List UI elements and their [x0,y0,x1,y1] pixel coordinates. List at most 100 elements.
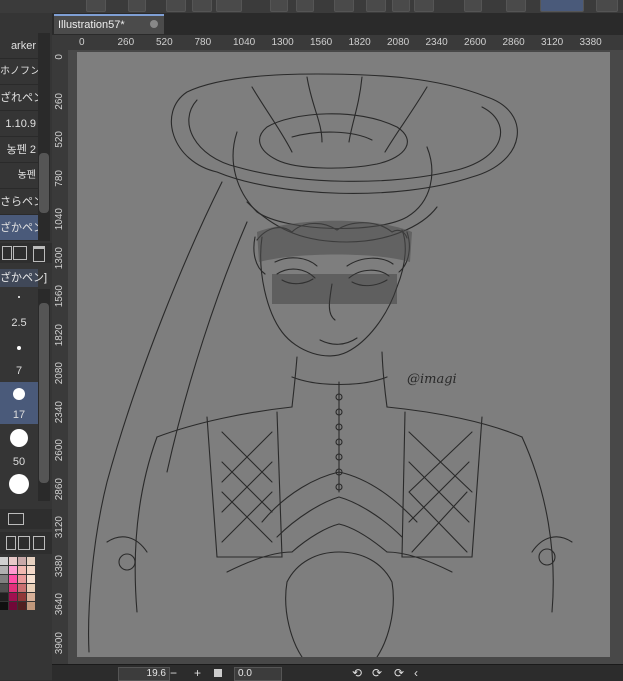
grid-icon[interactable] [464,0,482,12]
close-tab-icon[interactable] [150,20,158,28]
color-swatch[interactable] [27,566,35,574]
brush-size-row-selected[interactable]: 17 [0,382,38,424]
menu-icon[interactable] [86,0,106,12]
new-layer-icon[interactable] [166,0,186,12]
color-swatch[interactable] [18,575,26,583]
ruler-tick-label: 0 [79,37,85,48]
size-label: 50 [12,456,26,468]
color-swatch[interactable] [9,602,17,610]
brush-item[interactable]: ざれペン [0,85,38,111]
brush-item[interactable]: 농펜 2 [0,137,38,163]
ruler-tick-label: 1040 [54,208,65,231]
panel-icon[interactable] [506,0,526,12]
ruler-tick-label: 520 [156,37,173,48]
trash-icon[interactable] [33,246,45,262]
color-swatch[interactable] [18,602,26,610]
ruler-tick-label: 1820 [348,37,371,48]
ruler-tick-label: 3900 [54,631,65,654]
active-brush-label: ざかペン] [0,269,47,287]
brush-size-row[interactable]: 2.5 [0,305,38,345]
ruler-tick-label: 2080 [54,362,65,385]
size-dot [10,429,28,447]
redo-icon[interactable] [296,0,314,12]
film-icon[interactable] [8,513,24,525]
ruler-tick-label: 260 [54,92,65,110]
ruler-tick-label: 3380 [54,554,65,577]
color-swatch[interactable] [9,575,17,583]
brush-size-row[interactable] [0,471,38,501]
zoom-plus-icon[interactable]: + [194,666,201,680]
color-swatch[interactable] [9,584,17,592]
ruler-tick-label: 3120 [541,37,564,48]
color-swatch[interactable] [18,584,26,592]
add-icon[interactable] [13,246,27,260]
color-swatch[interactable] [27,575,35,583]
color-swatch[interactable] [0,584,8,592]
zoom-field[interactable]: 19.6 [118,667,170,681]
fill-icon[interactable] [192,0,212,12]
ruler-tick-label: 2860 [502,37,525,48]
settings-icon[interactable] [366,0,386,12]
color-swatch[interactable] [27,602,35,610]
ruler-tick-label: 2080 [387,37,410,48]
reset-rotation-icon[interactable]: ⟳ [394,666,404,680]
eraser-icon[interactable] [216,0,242,12]
scrollbar-thumb[interactable] [39,153,49,213]
size-dot [13,388,25,400]
color-swatch[interactable] [0,575,8,583]
shadow-band [272,274,397,304]
copy-icon[interactable] [2,246,12,260]
rotate-right-icon[interactable]: ⟳ [372,666,382,680]
color-swatch[interactable] [27,557,35,565]
color-swatch[interactable] [0,557,8,565]
brush-item[interactable]: 농펜 [0,163,38,189]
ruler-tick-label: 2340 [54,400,65,423]
layer-icon[interactable] [128,0,146,12]
color-palette[interactable] [0,547,38,647]
ruler-tick-label: 260 [117,37,135,48]
brush-item-selected[interactable]: ざかペン [0,215,38,241]
brush-item[interactable]: 1.10.9 [0,111,38,137]
undo-icon[interactable] [270,0,288,12]
ruler-tick-label: 2340 [425,37,448,48]
window-icon[interactable] [596,0,618,12]
drawing-canvas[interactable]: @imagi [77,52,610,657]
sketch-drawing [88,73,573,657]
color-swatch[interactable] [27,584,35,592]
brush-item[interactable]: さらペン [0,189,38,215]
color-swatch[interactable] [18,566,26,574]
rotation-field[interactable]: 0.0 [234,667,282,681]
size-label: 7 [15,365,23,377]
brightness-icon[interactable] [334,0,354,12]
color-swatch[interactable] [18,593,26,601]
color-swatch[interactable] [0,602,8,610]
size-dot [9,474,29,494]
document-tab[interactable]: Illustration57* [54,14,164,34]
color-swatch[interactable] [9,593,17,601]
diamond-icon[interactable] [392,0,410,12]
status-bar: 19.6 − + 0.0 ⟲ ⟳ ⟳ ‹ [52,664,623,681]
rotate-left-icon[interactable]: ⟲ [352,666,362,680]
ruler-tick-label: 1560 [54,285,65,308]
ruler-tick-label: 0 [54,54,65,60]
transform-icon[interactable] [414,0,434,12]
size-dot [18,296,20,298]
color-swatch[interactable] [0,593,8,601]
color-swatch[interactable] [0,566,8,574]
top-toolbar [0,0,623,14]
color-swatch[interactable] [9,557,17,565]
fit-icon[interactable] [214,669,222,677]
brush-size-row[interactable]: 50 [0,425,38,471]
flip-icon[interactable]: ‹ [414,666,418,680]
view-toggle-button[interactable] [540,0,584,12]
brush-item[interactable]: ホノフン [0,59,38,85]
color-swatch[interactable] [18,557,26,565]
color-swatch[interactable] [27,593,35,601]
ruler-tick-label: 2860 [54,477,65,500]
brush-size-row[interactable] [0,289,38,303]
ruler-tick-label: 1300 [54,246,65,269]
zoom-minus-icon[interactable]: − [170,666,177,680]
brush-item[interactable]: arker [0,33,38,59]
scrollbar-thumb[interactable] [39,303,49,483]
color-swatch[interactable] [9,566,17,574]
